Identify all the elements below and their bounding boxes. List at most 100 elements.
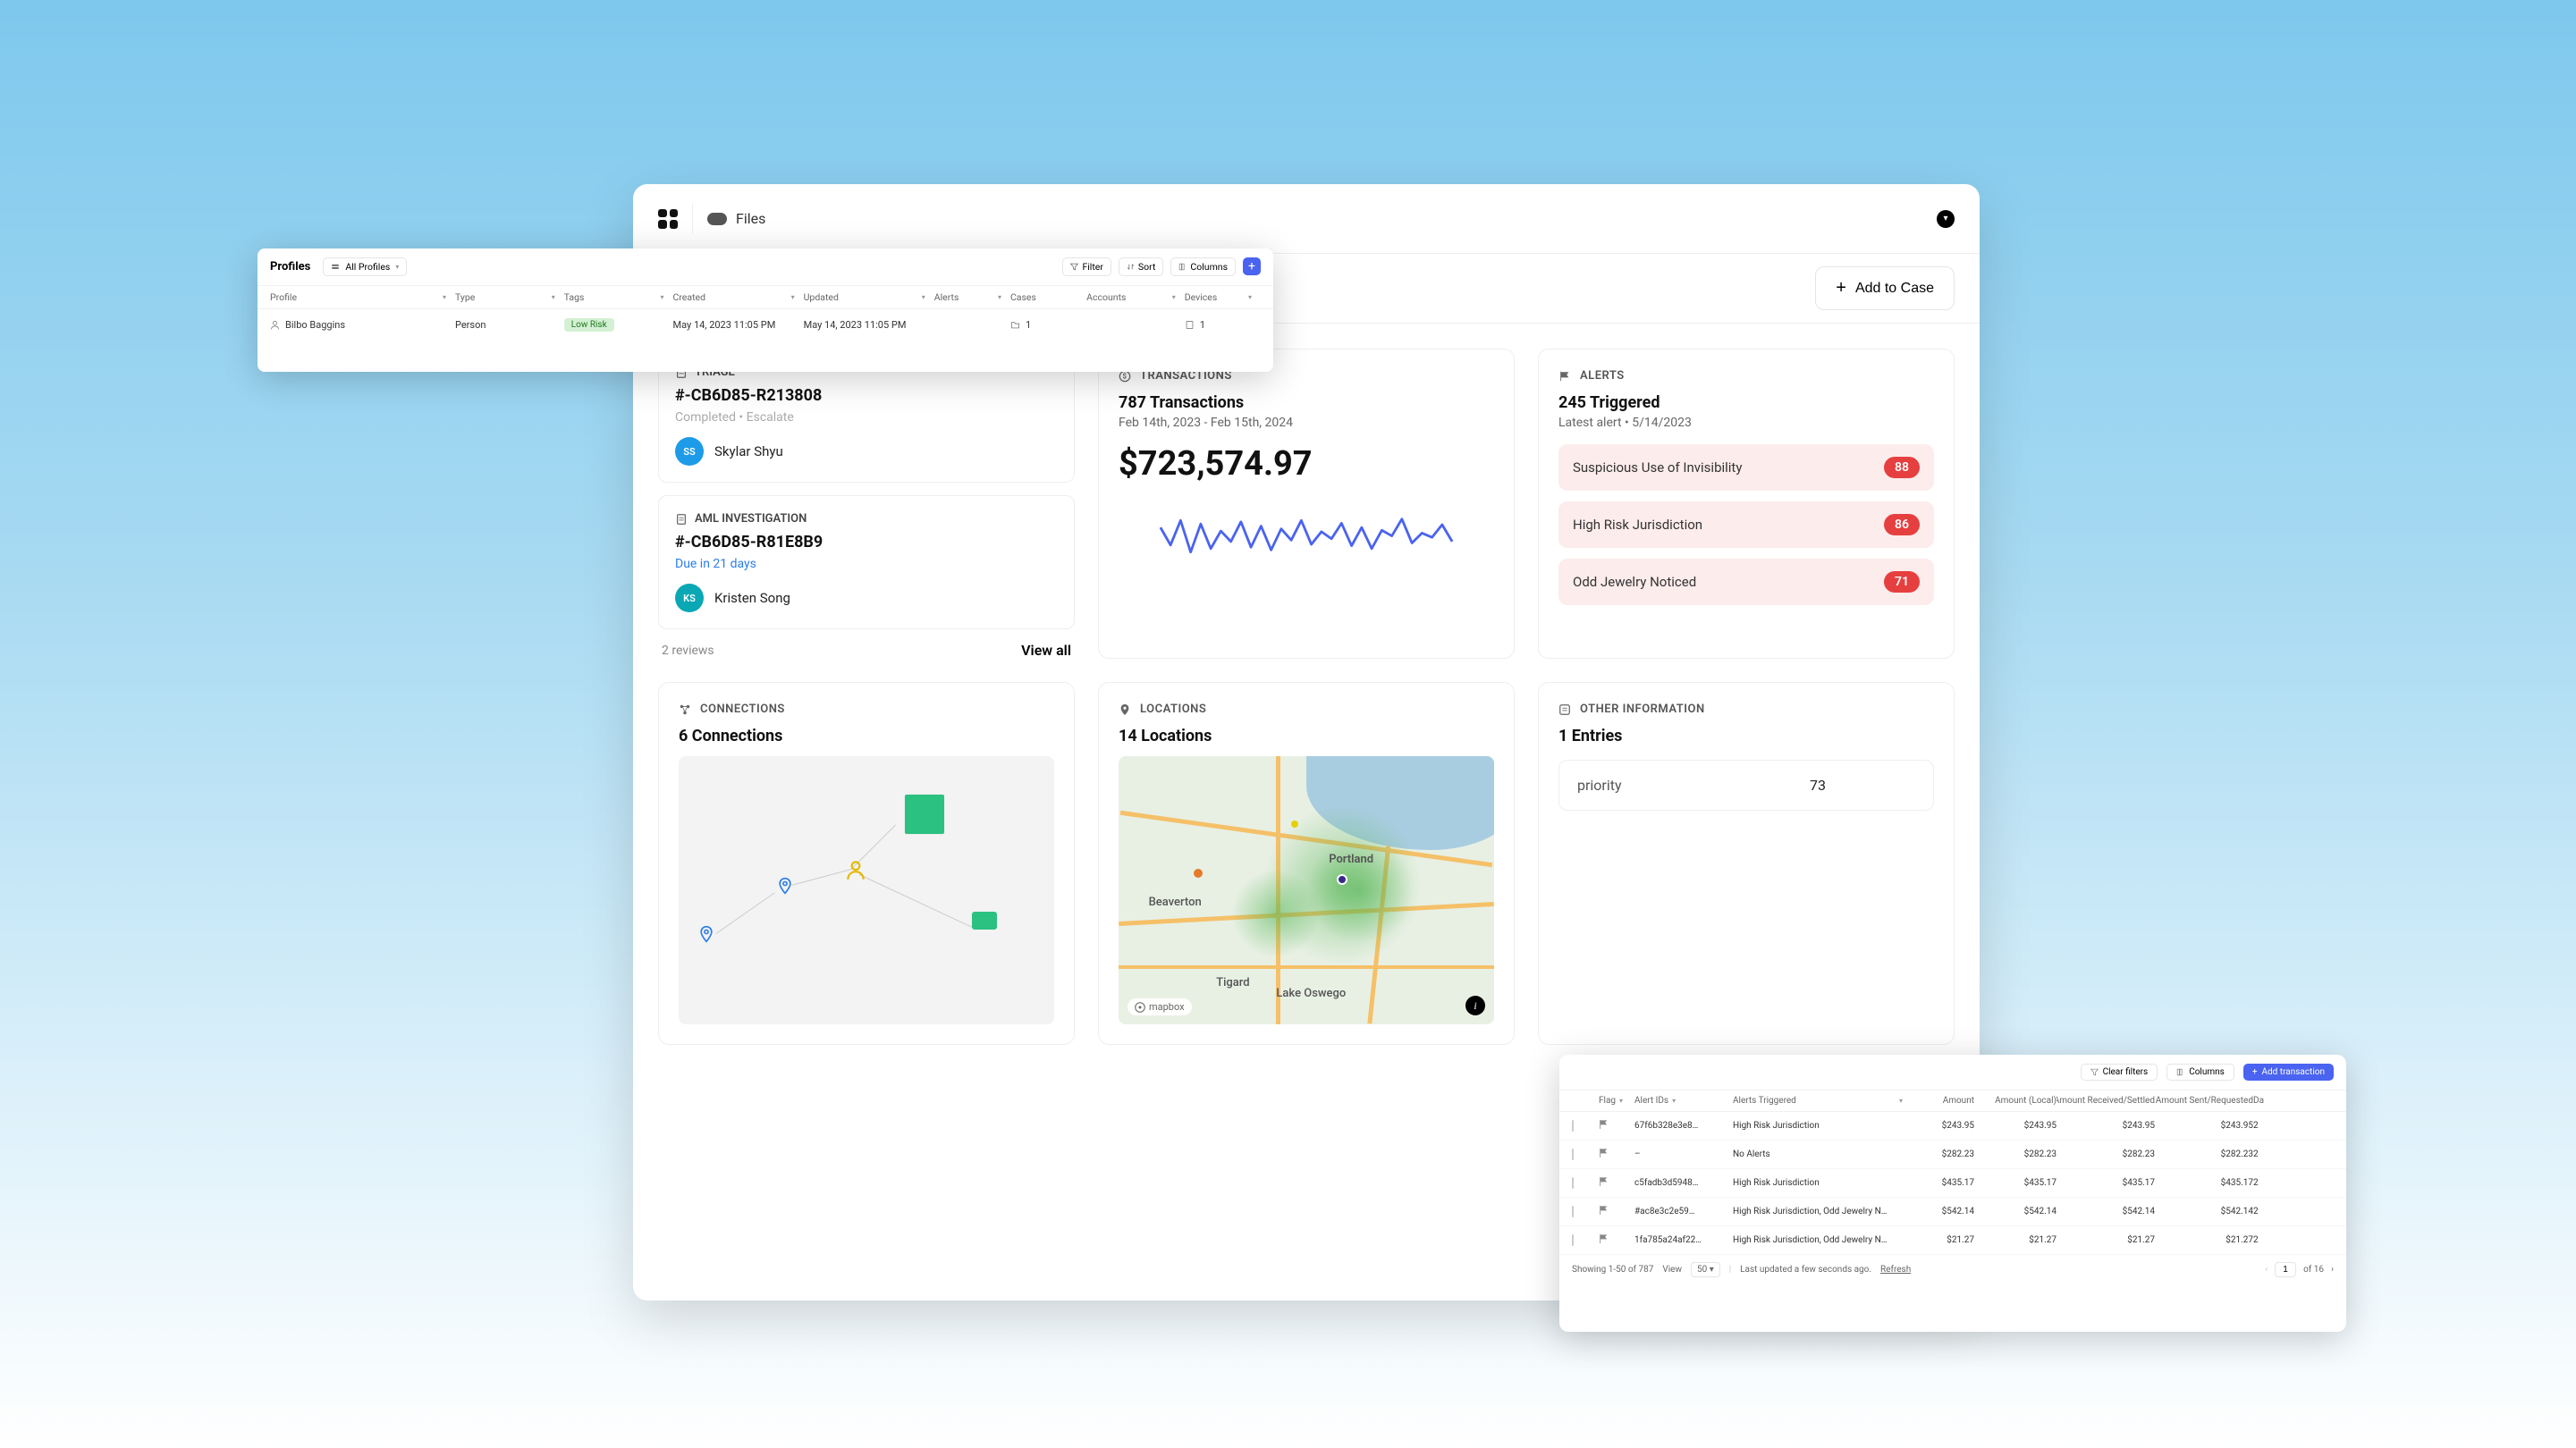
view-all-link[interactable]: View all xyxy=(1021,642,1071,659)
flag-icon xyxy=(1558,370,1571,383)
table-row[interactable]: c5fadb3d5948… High Risk Jurisdiction $43… xyxy=(1559,1169,2346,1198)
col-type[interactable]: Type▾ xyxy=(455,291,564,303)
flag-icon[interactable] xyxy=(1599,1205,1608,1216)
other-header-label: OTHER INFORMATION xyxy=(1580,703,1705,716)
table-row[interactable]: #ac8e3c2e59… High Risk Jurisdiction, Odd… xyxy=(1559,1198,2346,1226)
flag-icon[interactable] xyxy=(1599,1233,1608,1244)
page-input[interactable] xyxy=(2275,1262,2296,1277)
col-cases[interactable]: Cases xyxy=(1010,291,1086,303)
amount-received-cell: $243.95 xyxy=(2057,1121,2155,1131)
filter-icon xyxy=(2090,1068,2099,1076)
table-row[interactable]: 1fa785a24af22… High Risk Jurisdiction, O… xyxy=(1559,1226,2346,1255)
flag-icon[interactable] xyxy=(1599,1148,1608,1158)
files-button[interactable]: Files xyxy=(692,203,780,234)
add-transaction-button[interactable]: + Add transaction xyxy=(2243,1064,2334,1081)
tx-view-dropdown[interactable]: 50 ▾ xyxy=(1691,1262,1720,1277)
flag-icon[interactable] xyxy=(1599,1176,1608,1187)
person-icon xyxy=(270,320,280,330)
next-page-button[interactable]: › xyxy=(2331,1265,2334,1275)
card-node-icon[interactable] xyxy=(904,794,945,835)
col-accounts[interactable]: Accounts▾ xyxy=(1086,291,1185,303)
add-to-case-button[interactable]: + Add to Case xyxy=(1815,266,1955,310)
col-amount[interactable]: Amount xyxy=(1903,1096,1974,1106)
row-checkbox[interactable] xyxy=(1572,1234,1574,1246)
amount-local-cell: $282.23 xyxy=(1974,1149,2057,1159)
locations-card[interactable]: LOCATIONS 14 Locations Portland Beaverto… xyxy=(1098,682,1515,1045)
row-checkbox[interactable] xyxy=(1572,1177,1574,1189)
amount-local-cell: $243.95 xyxy=(1974,1121,2057,1131)
col-flag[interactable]: Flag ▾ xyxy=(1599,1096,1634,1106)
transactions-sparkline xyxy=(1119,494,1494,575)
alert-item[interactable]: Odd Jewelry Noticed 71 xyxy=(1558,559,1934,605)
apps-grid-icon[interactable] xyxy=(658,209,678,229)
col-created[interactable]: Created▾ xyxy=(673,291,804,303)
table-row[interactable]: 67f6b328e3e8… High Risk Jurisdiction $24… xyxy=(1559,1112,2346,1141)
transactions-card[interactable]: $ TRANSACTIONS 787 Transactions Feb 14th… xyxy=(1098,349,1515,659)
alert-item[interactable]: Suspicious Use of Invisibility 88 xyxy=(1558,444,1934,491)
assignee-name: Skylar Shyu xyxy=(714,443,783,459)
locations-map[interactable]: Portland Beaverton Tigard Lake Oswego ma… xyxy=(1119,756,1494,1024)
profile-cell: Bilbo Baggins xyxy=(270,319,455,331)
columns-button[interactable]: Columns xyxy=(1170,257,1236,276)
row-checkbox[interactable] xyxy=(1572,1120,1574,1132)
triage-status: Completed • Escalate xyxy=(675,410,1058,425)
filter-button[interactable]: Filter xyxy=(1062,257,1111,276)
col-amount-local[interactable]: Amount (Local) xyxy=(1974,1096,2057,1106)
aml-card[interactable]: AML INVESTIGATION #-CB6D85-R81E8B9 Due i… xyxy=(658,495,1075,629)
amount-sent-cell: $282.23 xyxy=(2155,1149,2253,1159)
prev-page-button[interactable]: ‹ xyxy=(2265,1265,2268,1275)
alerts-card[interactable]: ALERTS 245 Triggered Latest alert • 5/14… xyxy=(1538,349,1955,659)
refresh-link[interactable]: Refresh xyxy=(1880,1265,1911,1275)
alert-id-cell: – xyxy=(1634,1149,1733,1159)
row-checkbox[interactable] xyxy=(1572,1206,1574,1217)
connections-card[interactable]: CONNECTIONS 6 Connections xyxy=(658,682,1075,1045)
col-amount-sent[interactable]: Amount Sent/Requested xyxy=(2155,1096,2253,1106)
map-marker-icon[interactable] xyxy=(1337,874,1347,885)
amount-sent-cell: $542.14 xyxy=(2155,1207,2253,1216)
locations-title: 14 Locations xyxy=(1119,727,1494,745)
alerts-header-label: ALERTS xyxy=(1580,369,1625,383)
menu-dot-icon[interactable]: ▾ xyxy=(1937,210,1955,228)
other-title: 1 Entries xyxy=(1558,727,1934,745)
col-amount-received[interactable]: Amount Received/Settled xyxy=(2057,1096,2155,1106)
table-row[interactable]: Bilbo Baggins Person Low Risk May 14, 20… xyxy=(258,309,1273,341)
row-checkbox[interactable] xyxy=(1572,1149,1574,1160)
pin-node-icon[interactable] xyxy=(776,874,794,897)
map-marker-icon[interactable] xyxy=(1194,869,1203,878)
city-label: Portland xyxy=(1329,853,1373,866)
sort-icon xyxy=(1127,263,1135,271)
col-updated[interactable]: Updated▾ xyxy=(804,291,934,303)
clear-filters-button[interactable]: Clear filters xyxy=(2081,1064,2158,1081)
col-profile[interactable]: Profile▾ xyxy=(270,291,455,303)
col-tags[interactable]: Tags▾ xyxy=(564,291,673,303)
profiles-toolbar: Profiles All Profiles ▾ Filter Sort Colu… xyxy=(258,248,1273,286)
flag-icon[interactable] xyxy=(1599,1119,1608,1130)
alerts-header: ALERTS xyxy=(1558,369,1934,383)
aml-header-label: AML INVESTIGATION xyxy=(695,512,807,526)
alert-item[interactable]: High Risk Jurisdiction 86 xyxy=(1558,501,1934,548)
other-info-card[interactable]: OTHER INFORMATION 1 Entries priority 73 xyxy=(1538,682,1955,1045)
mapbox-badge: mapbox xyxy=(1128,998,1192,1015)
col-alerts[interactable]: Alerts▾ xyxy=(934,291,1010,303)
amount-cell: $282.23 xyxy=(1903,1149,1974,1159)
col-devices[interactable]: Devices▾ xyxy=(1185,291,1261,303)
aml-id: #-CB6D85-R81E8B9 xyxy=(675,533,1058,551)
col-date[interactable]: Da xyxy=(2253,1096,2280,1106)
created-cell: May 14, 2023 11:05 PM xyxy=(673,319,804,331)
map-info-icon[interactable]: i xyxy=(1465,996,1485,1015)
person-node-icon[interactable] xyxy=(844,858,867,881)
sort-button[interactable]: Sort xyxy=(1119,257,1163,276)
add-profile-button[interactable]: + xyxy=(1243,257,1261,275)
alert-id-cell: 67f6b328e3e8… xyxy=(1634,1121,1733,1131)
cases-cell: 1 xyxy=(1010,319,1086,331)
connections-graph[interactable] xyxy=(679,756,1054,1024)
pin-node-icon[interactable] xyxy=(697,922,715,946)
devices-cell: 1 xyxy=(1185,319,1261,331)
aml-assignee: KS Kristen Song xyxy=(675,584,1058,612)
col-alerts-triggered[interactable]: Alerts Triggered ▾ xyxy=(1733,1096,1903,1106)
table-row[interactable]: – No Alerts $282.23 $282.23 $282.23 $282… xyxy=(1559,1141,2346,1169)
profiles-dropdown[interactable]: All Profiles ▾ xyxy=(323,257,407,276)
col-alert-ids[interactable]: Alert IDs ▾ xyxy=(1634,1096,1733,1106)
card-node-icon[interactable] xyxy=(972,912,997,930)
columns-button[interactable]: Columns xyxy=(2166,1064,2234,1081)
